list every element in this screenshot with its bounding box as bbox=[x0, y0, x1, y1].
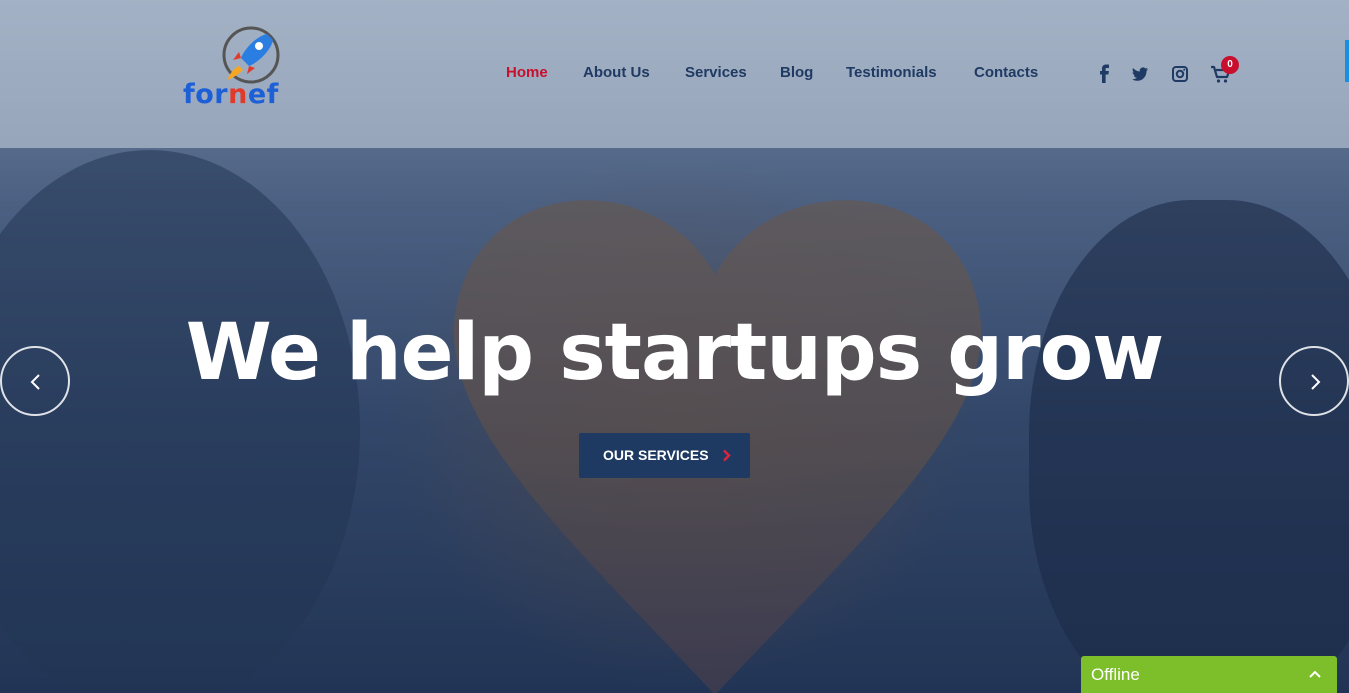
nav-item-testimonials[interactable]: Testimonials bbox=[846, 64, 937, 81]
chat-widget[interactable]: Offline bbox=[1081, 656, 1337, 693]
instagram-icon[interactable] bbox=[1171, 64, 1189, 84]
nav-item-contacts[interactable]: Contacts bbox=[974, 64, 1038, 81]
chevron-left-icon bbox=[30, 374, 40, 390]
nav-item-home[interactable]: Home bbox=[506, 64, 548, 81]
chat-status: Offline bbox=[1091, 665, 1140, 684]
site-header: fornef Home About Us Services Blog Testi… bbox=[0, 0, 1349, 148]
twitter-icon[interactable] bbox=[1131, 64, 1149, 84]
facebook-icon[interactable] bbox=[1096, 64, 1114, 84]
logo[interactable]: fornef bbox=[183, 26, 313, 112]
chevron-right-icon bbox=[723, 449, 731, 462]
chevron-right-icon bbox=[1311, 374, 1321, 390]
nav-item-services[interactable]: Services bbox=[685, 64, 747, 81]
our-services-button[interactable]: OUR SERVICES bbox=[579, 433, 750, 478]
our-services-label: OUR SERVICES bbox=[603, 447, 709, 463]
rocket-icon bbox=[222, 26, 280, 84]
slider-prev-button[interactable] bbox=[0, 346, 70, 416]
side-tab[interactable] bbox=[1345, 40, 1349, 82]
nav-item-about-us[interactable]: About Us bbox=[583, 64, 650, 81]
cart-count-badge: 0 bbox=[1221, 56, 1239, 74]
chevron-up-icon[interactable] bbox=[1309, 670, 1321, 678]
logo-wordmark: fornef bbox=[183, 79, 279, 110]
slider-next-button[interactable] bbox=[1279, 346, 1349, 416]
hero-headline: We help startups grow bbox=[185, 308, 1164, 398]
nav-item-blog[interactable]: Blog bbox=[780, 64, 813, 81]
